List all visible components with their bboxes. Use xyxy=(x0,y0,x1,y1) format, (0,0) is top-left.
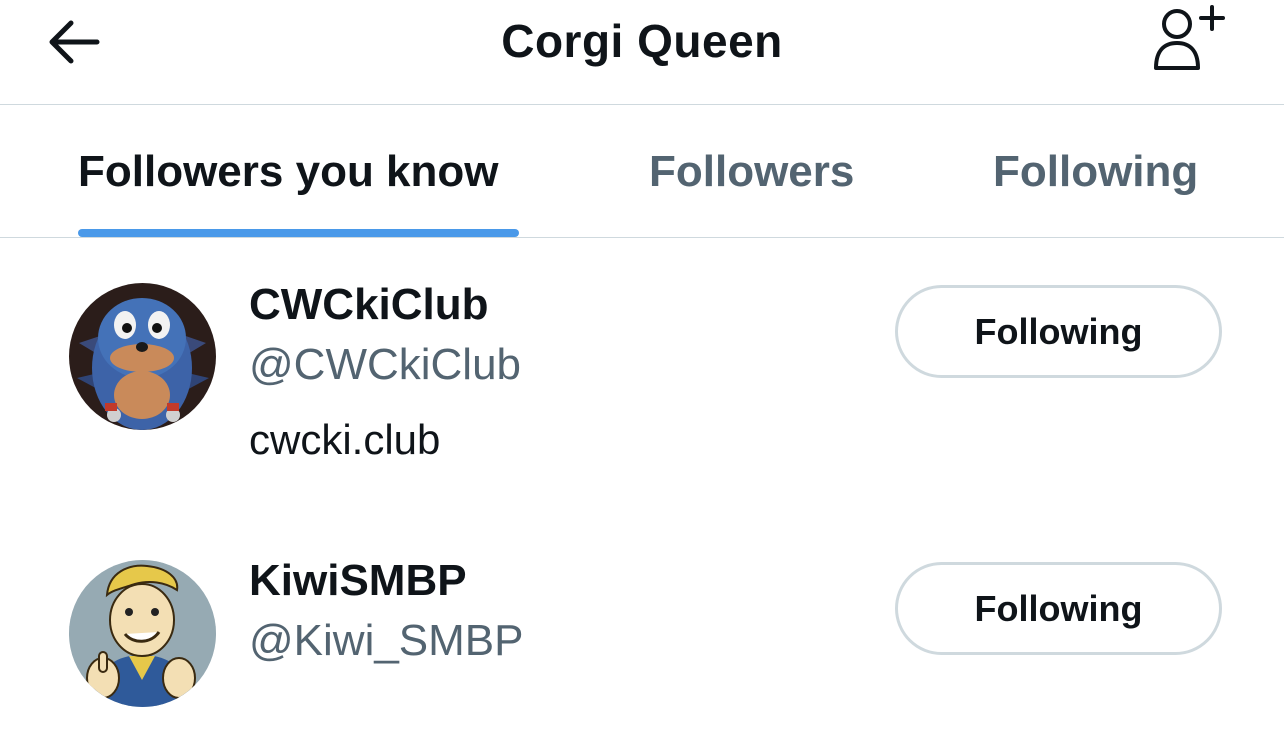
user-handle: @Kiwi_SMBP xyxy=(249,616,524,665)
user-display-name[interactable]: CWCkiClub xyxy=(249,280,489,330)
list-item[interactable]: KiwiSMBP @Kiwi_SMBP Following xyxy=(0,508,1284,732)
list-item[interactable]: CWCkiClub @CWCkiClub cwcki.club Followin… xyxy=(0,238,1284,508)
blue-figure-avatar xyxy=(69,283,216,430)
page-title: Corgi Queen xyxy=(501,15,783,67)
tab-following[interactable]: Following xyxy=(993,147,1198,197)
tab-followers-you-know[interactable]: Followers you know xyxy=(78,147,499,197)
avatar[interactable] xyxy=(69,283,216,430)
person-plus-icon xyxy=(1154,5,1225,70)
following-button[interactable]: Following xyxy=(895,285,1222,378)
user-bio: cwcki.club xyxy=(249,416,441,463)
following-button[interactable]: Following xyxy=(895,562,1222,655)
user-handle: @CWCkiClub xyxy=(249,340,522,389)
cartoon-thumbs-up-avatar xyxy=(69,560,216,707)
add-user-button[interactable] xyxy=(1144,0,1232,76)
top-bar: Corgi Queen xyxy=(0,0,1284,105)
avatar[interactable] xyxy=(69,560,216,707)
active-tab-indicator xyxy=(78,229,519,237)
tab-followers[interactable]: Followers xyxy=(649,147,854,197)
user-display-name[interactable]: KiwiSMBP xyxy=(249,556,467,606)
tab-bar: Followers you know Followers Following xyxy=(0,105,1284,238)
